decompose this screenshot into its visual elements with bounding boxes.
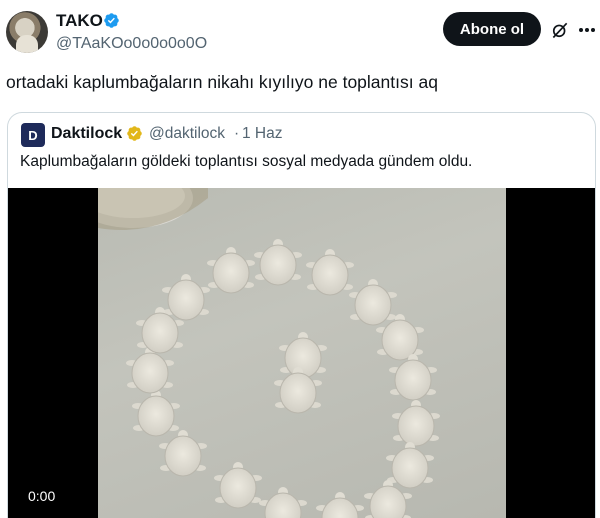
turtle-1 xyxy=(162,274,210,321)
tweet-text: ortadaki kaplumbağaların nikahı kıyılıyo… xyxy=(6,72,438,92)
turtle-5 xyxy=(349,279,397,326)
turtle-3 xyxy=(254,239,302,286)
handle[interactable]: @TAaKOo0o0o0o0O xyxy=(56,34,207,54)
follow-button[interactable]: Abone ol xyxy=(443,12,541,46)
grok-icon[interactable] xyxy=(550,20,570,40)
turtle-16 xyxy=(126,347,174,394)
quote-avatar-letter: D xyxy=(28,127,38,143)
turtle-7 xyxy=(389,354,437,401)
turtle-2 xyxy=(207,247,255,294)
quote-tweet-card[interactable]: D Daktilock @daktilock · 1 Haz Kaplumbağ… xyxy=(7,112,596,518)
turtle-4 xyxy=(306,249,354,296)
quote-handle[interactable]: @daktilock xyxy=(149,124,225,144)
turtle-15 xyxy=(132,390,180,437)
display-name[interactable]: TAKO xyxy=(56,11,103,31)
verified-badge-icon xyxy=(104,13,119,28)
quote-avatar[interactable]: D xyxy=(21,123,45,147)
video-player[interactable]: 0:00 xyxy=(8,188,595,518)
video-timestamp: 0:00 xyxy=(28,488,56,504)
turtle-11 xyxy=(316,492,364,518)
quote-timestamp[interactable]: 1 Haz xyxy=(242,124,283,144)
tweet: TAKO @TAaKOo0o0o0o0O Abone ol ortadaki k… xyxy=(0,0,600,518)
turtle-14 xyxy=(159,430,207,477)
turtle-12 xyxy=(259,487,307,518)
quote-separator: · xyxy=(234,125,240,142)
turtle-9 xyxy=(386,442,434,489)
turtle-13 xyxy=(214,462,262,509)
avatar[interactable] xyxy=(6,11,48,53)
turtle-19 xyxy=(274,367,322,414)
video-frame xyxy=(98,188,506,518)
quote-verified-badge-icon xyxy=(127,126,142,141)
quote-text: Kaplumbağaların göldeki toplantısı sosya… xyxy=(20,153,473,170)
turtle-18 xyxy=(279,332,327,379)
turtle-8 xyxy=(392,400,440,447)
quote-display-name[interactable]: Daktilock xyxy=(51,124,122,144)
more-icon[interactable] xyxy=(578,27,596,33)
turtles-image xyxy=(98,188,440,518)
